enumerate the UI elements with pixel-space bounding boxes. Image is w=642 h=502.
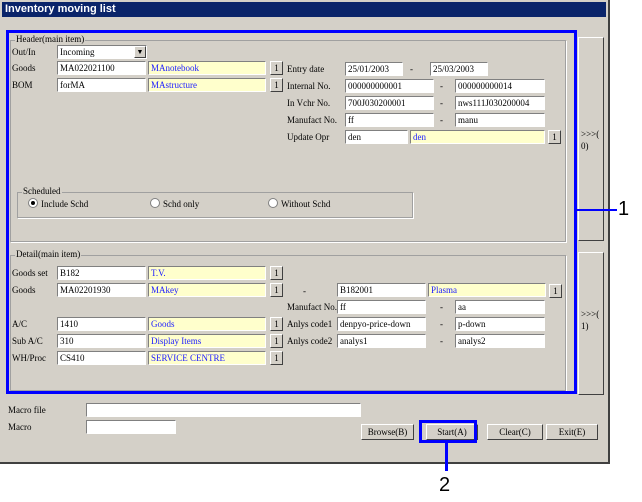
macro-label: Macro bbox=[8, 422, 32, 432]
callout-line-2 bbox=[445, 443, 448, 471]
clear-button[interactable]: Clear(C) bbox=[487, 424, 543, 440]
detail-expand-button[interactable]: >>>( 1) bbox=[578, 252, 604, 395]
exit-button[interactable]: Exit(E) bbox=[546, 424, 598, 440]
callout-label-2: 2 bbox=[439, 474, 451, 496]
macro-input[interactable] bbox=[86, 420, 176, 434]
highlight-box-2 bbox=[419, 420, 477, 443]
window-title: Inventory moving list bbox=[2, 2, 606, 17]
callout-label-1: 1 bbox=[618, 198, 630, 220]
macro-file-label: Macro file bbox=[8, 405, 46, 415]
callout-line-1 bbox=[577, 209, 617, 211]
macro-file-input[interactable] bbox=[86, 403, 361, 417]
browse-button[interactable]: Browse(B) bbox=[361, 424, 414, 440]
highlight-box-1 bbox=[6, 30, 577, 394]
